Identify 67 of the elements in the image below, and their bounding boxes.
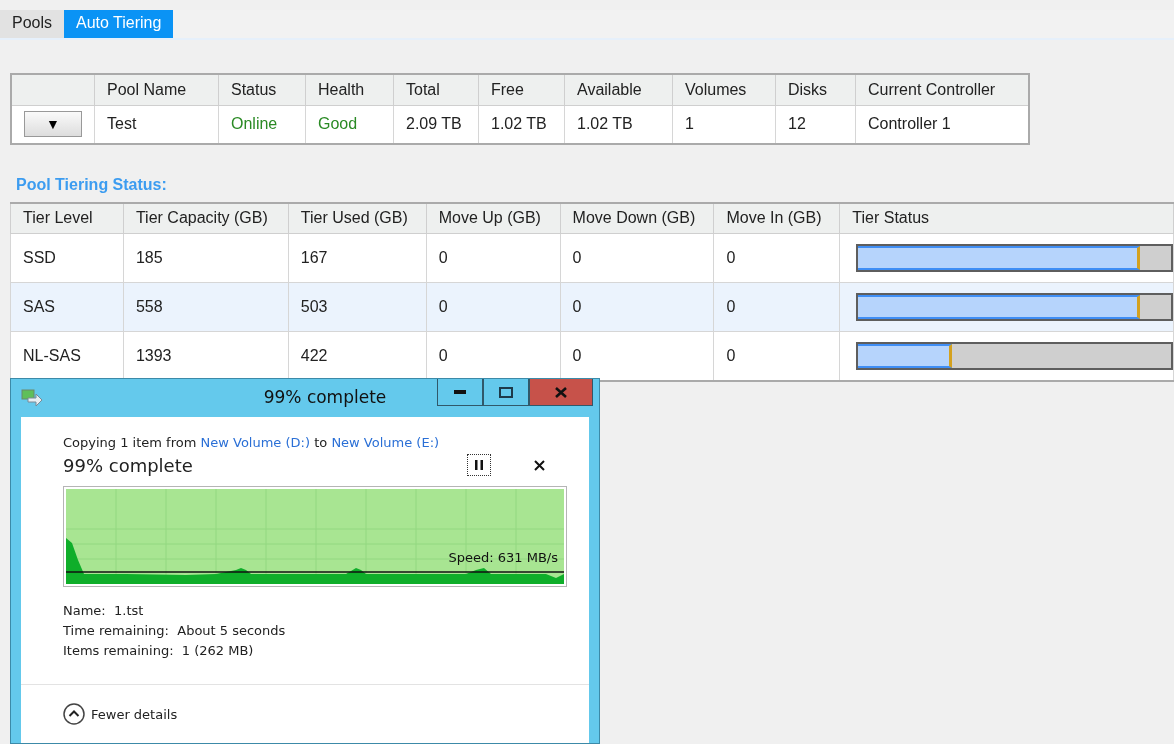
table-cell: 503 — [288, 282, 427, 332]
table-cell: 2.09 TB — [393, 105, 479, 144]
speed-label: Speed: 631 MB/s — [448, 550, 558, 565]
table-cell: SSD — [10, 233, 124, 283]
close-icon — [533, 459, 545, 471]
details-toggle[interactable]: Fewer details — [63, 703, 178, 725]
close-button[interactable] — [529, 379, 593, 406]
pause-icon — [475, 460, 483, 470]
table-cell: 1 — [672, 105, 776, 144]
pause-button[interactable] — [467, 454, 491, 476]
table-cell: 0 — [426, 331, 561, 381]
column-header: Move Up (GB) — [426, 202, 561, 234]
column-header: Move In (GB) — [713, 202, 840, 234]
column-header: Volumes — [672, 74, 776, 105]
maximize-icon — [499, 386, 513, 398]
table-cell: 1.02 TB — [564, 105, 673, 144]
table-cell: 0 — [426, 233, 561, 283]
table-cell: 0 — [560, 233, 714, 283]
column-header: Pool Name — [94, 74, 219, 105]
table-cell: NL-SAS — [10, 331, 124, 381]
column-header: Current Controller — [855, 74, 1029, 105]
table-cell: Online — [218, 105, 306, 144]
table-cell: 12 — [775, 105, 856, 144]
table-cell: 0 — [713, 282, 840, 332]
table-cell: 0 — [713, 331, 840, 381]
table-cell: SAS — [10, 282, 124, 332]
column-header: Move Down (GB) — [560, 202, 714, 234]
expand-button[interactable]: ▼ — [24, 111, 82, 137]
table-cell: 558 — [123, 282, 289, 332]
table-cell: 185 — [123, 233, 289, 283]
copy-message: Copying 1 item from New Volume (D:) to New Volume (E:) — [63, 435, 441, 450]
table-cell: 0 — [713, 233, 840, 283]
cancel-button[interactable] — [531, 457, 547, 473]
section-heading: Pool Tiering Status: — [16, 175, 168, 194]
column-header: Disks — [775, 74, 856, 105]
table-cell: Test — [94, 105, 219, 144]
table-cell: 0 — [426, 282, 561, 332]
table-cell: 0 — [560, 282, 714, 332]
table-cell: Good — [305, 105, 394, 144]
column-header: Tier Capacity (GB) — [123, 202, 289, 234]
column-header: Available — [564, 74, 673, 105]
column-header: Tier Level — [10, 202, 124, 234]
column-header: Tier Used (GB) — [288, 202, 427, 234]
tab[interactable]: Pools — [0, 10, 65, 38]
window-title: 99% complete — [263, 387, 387, 407]
column-header: Status — [218, 74, 306, 105]
column-header: Free — [478, 74, 565, 105]
table-cell: 1.02 TB — [478, 105, 565, 144]
table-cell: 167 — [288, 233, 427, 283]
column-header: Total — [393, 74, 479, 105]
minimize-button[interactable] — [437, 379, 483, 406]
minimize-icon — [454, 390, 466, 394]
table-cell: 0 — [560, 331, 714, 381]
column-header: Tier Status — [839, 202, 1174, 234]
close-icon — [555, 386, 567, 398]
source-link[interactable]: New Volume (D:) — [200, 435, 311, 450]
chevron-up-icon — [63, 703, 85, 725]
table-cell: 1393 — [123, 331, 289, 381]
progress-text: 99% complete — [63, 454, 194, 476]
detail-line: Items remaining: 1 (262 MB) — [63, 642, 255, 660]
destination-link[interactable]: New Volume (E:) — [331, 435, 440, 450]
detail-line: Name: 1.tst — [63, 602, 145, 620]
table-cell: Controller 1 — [855, 105, 1029, 144]
copy-icon — [21, 389, 43, 407]
column-header: Health — [305, 74, 394, 105]
detail-line: Time remaining: About 5 seconds — [63, 622, 287, 640]
table-cell: 422 — [288, 331, 427, 381]
